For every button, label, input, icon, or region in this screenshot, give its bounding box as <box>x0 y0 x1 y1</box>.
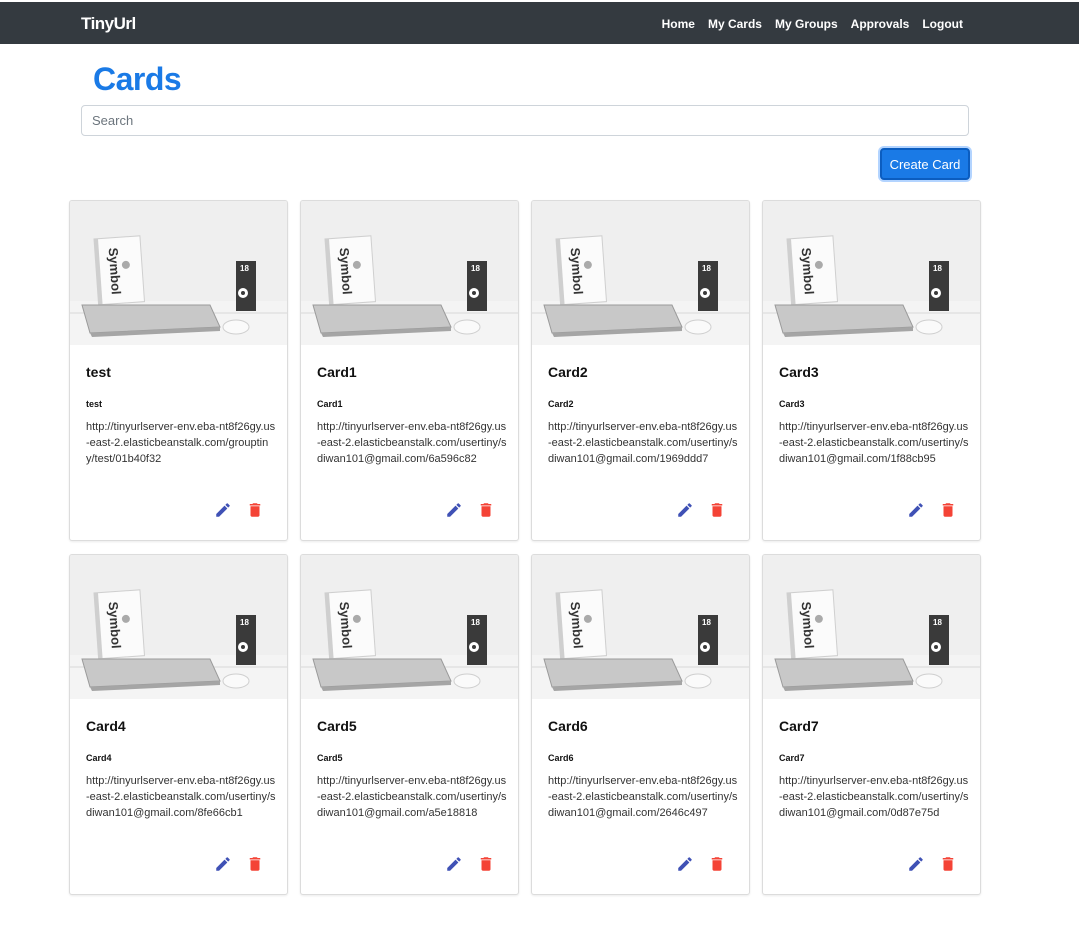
nav-approvals[interactable]: Approvals <box>851 17 910 31</box>
delete-icon[interactable] <box>939 855 957 873</box>
card-title: Card4 <box>86 718 126 734</box>
svg-text:18: 18 <box>933 264 942 273</box>
card-title: Card2 <box>548 364 588 380</box>
svg-text:18: 18 <box>702 618 711 627</box>
edit-icon[interactable] <box>445 855 463 873</box>
card-title: Card3 <box>779 364 819 380</box>
card: Symbol 18 Card3 Card3 http://tinyurlserv… <box>762 200 981 541</box>
delete-icon[interactable] <box>708 501 726 519</box>
svg-text:18: 18 <box>933 618 942 627</box>
card-subtitle: Card6 <box>548 753 574 763</box>
card-subtitle: Card4 <box>86 753 112 763</box>
card-image: Symbol 18 <box>70 555 287 699</box>
card-image: Symbol 18 <box>70 201 287 345</box>
delete-icon[interactable] <box>477 501 495 519</box>
brand-logo[interactable]: TinyUrl <box>81 14 136 34</box>
card-url: http://tinyurlserver-env.eba-nt8f26gy.us… <box>317 775 507 819</box>
edit-icon[interactable] <box>907 855 925 873</box>
nav-home[interactable]: Home <box>662 17 695 31</box>
nav-my-cards[interactable]: My Cards <box>708 17 762 31</box>
card-subtitle: test <box>86 399 103 409</box>
card: Symbol 18 Card4 Card4 http://tinyurlserv… <box>69 554 288 895</box>
card-url: http://tinyurlserver-env.eba-nt8f26gy.us… <box>86 421 276 465</box>
delete-icon[interactable] <box>939 501 957 519</box>
card-title: Card7 <box>779 718 819 734</box>
card-title: Card1 <box>317 364 357 380</box>
page-title: Cards <box>93 61 182 97</box>
edit-icon[interactable] <box>907 501 925 519</box>
card: Symbol 18 test test http://tinyurlserver… <box>69 200 288 541</box>
card-title: Card5 <box>317 718 357 734</box>
svg-text:18: 18 <box>240 618 249 627</box>
card-image: Symbol 18 <box>763 201 980 345</box>
svg-text:18: 18 <box>702 264 711 273</box>
edit-icon[interactable] <box>214 501 232 519</box>
card-subtitle: Card2 <box>548 399 574 409</box>
card-image: Symbol 18 <box>301 555 518 699</box>
card-url: http://tinyurlserver-env.eba-nt8f26gy.us… <box>548 421 738 465</box>
card-url: http://tinyurlserver-env.eba-nt8f26gy.us… <box>779 775 969 819</box>
card-url: http://tinyurlserver-env.eba-nt8f26gy.us… <box>779 421 969 465</box>
card: Symbol 18 Card7 Card7 http://tinyurlserv… <box>762 554 981 895</box>
card-url: http://tinyurlserver-env.eba-nt8f26gy.us… <box>548 775 738 819</box>
card: Symbol 18 Card5 Card5 http://tinyurlserv… <box>300 554 519 895</box>
delete-icon[interactable] <box>708 855 726 873</box>
delete-icon[interactable] <box>246 501 264 519</box>
edit-icon[interactable] <box>214 855 232 873</box>
delete-icon[interactable] <box>477 855 495 873</box>
edit-icon[interactable] <box>676 855 694 873</box>
card-subtitle: Card3 <box>779 399 805 409</box>
svg-text:18: 18 <box>471 618 480 627</box>
card-title: Card6 <box>548 718 588 734</box>
svg-text:18: 18 <box>240 264 249 273</box>
card: Symbol 18 Card1 Card1 http://tinyurlserv… <box>300 200 519 541</box>
edit-icon[interactable] <box>445 501 463 519</box>
card-image: Symbol 18 <box>532 555 749 699</box>
card-subtitle: Card1 <box>317 399 343 409</box>
card-image: Symbol 18 <box>301 201 518 345</box>
card: Symbol 18 Card2 Card2 http://tinyurlserv… <box>531 200 750 541</box>
nav-my-groups[interactable]: My Groups <box>775 17 838 31</box>
card: Symbol 18 Card6 Card6 http://tinyurlserv… <box>531 554 750 895</box>
nav-links: Home My Cards My Groups Approvals Logout <box>649 17 963 31</box>
search-input[interactable] <box>81 105 969 136</box>
card-title: test <box>86 364 111 380</box>
card-image: Symbol 18 <box>763 555 980 699</box>
create-card-button[interactable]: Create Card <box>880 148 970 180</box>
card-subtitle: Card5 <box>317 753 343 763</box>
svg-text:18: 18 <box>471 264 480 273</box>
card-image: Symbol 18 <box>532 201 749 345</box>
nav-logout[interactable]: Logout <box>922 17 963 31</box>
card-subtitle: Card7 <box>779 753 805 763</box>
card-url: http://tinyurlserver-env.eba-nt8f26gy.us… <box>86 775 276 819</box>
navbar: TinyUrl Home My Cards My Groups Approval… <box>0 2 1079 44</box>
delete-icon[interactable] <box>246 855 264 873</box>
card-url: http://tinyurlserver-env.eba-nt8f26gy.us… <box>317 421 507 465</box>
edit-icon[interactable] <box>676 501 694 519</box>
